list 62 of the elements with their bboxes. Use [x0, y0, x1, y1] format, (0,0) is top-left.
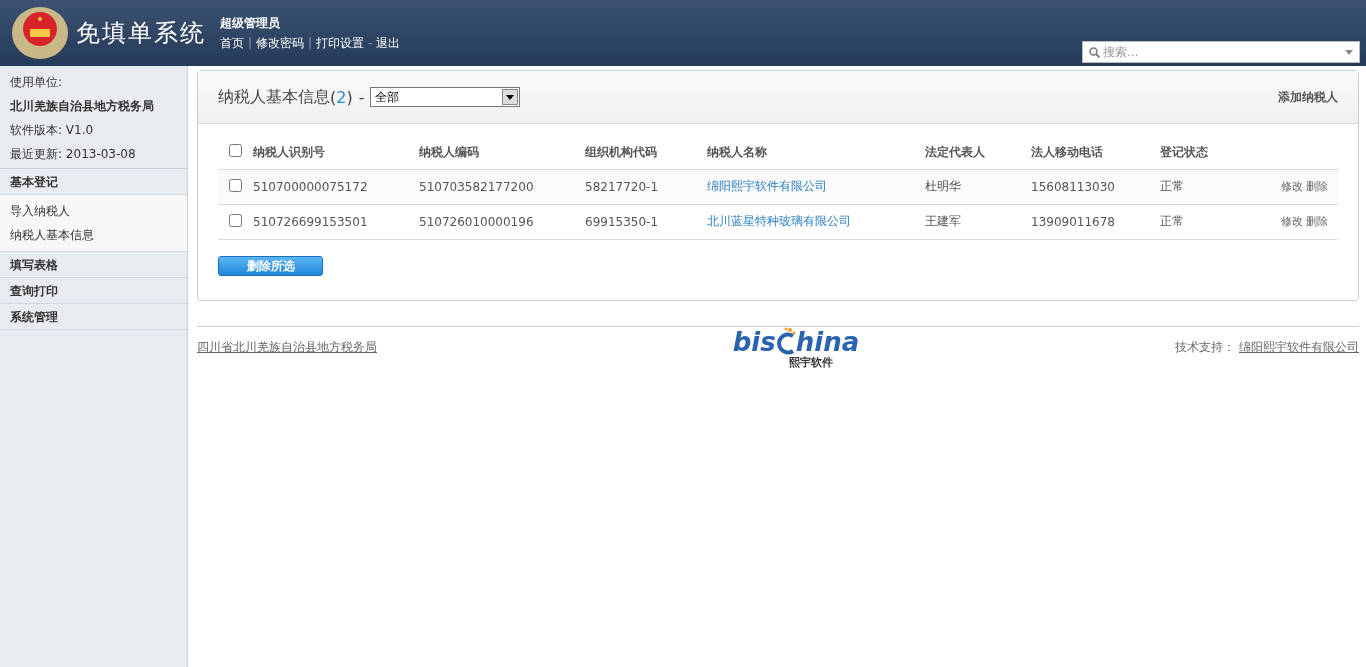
row-action-link[interactable]: 修改 [1281, 215, 1303, 228]
support-link[interactable]: 绵阳熙宇软件有限公司 [1239, 338, 1359, 356]
table-cell: 15608113030 [1031, 179, 1115, 194]
count: 2 [336, 87, 347, 107]
caret-icon [506, 94, 515, 100]
row-action-link[interactable]: 删除 [1306, 215, 1328, 228]
table-cell: 正常 [1160, 179, 1184, 193]
dash: - [358, 87, 365, 107]
nav-link[interactable]: 打印设置 [316, 34, 365, 52]
table-cell: 正常 [1160, 214, 1184, 228]
nav-link[interactable]: 修改密码 [256, 34, 305, 52]
caret-icon [1345, 49, 1353, 55]
filter-dropdown[interactable]: 全部 [370, 87, 521, 107]
support-label: 技术支持： [1175, 338, 1235, 356]
company-link[interactable]: 北川蓝星特种玻璃有限公司 [707, 214, 851, 228]
column-header: 纳税人编码 [419, 144, 479, 159]
nav-link[interactable]: 首页 [220, 34, 244, 52]
row-checkbox[interactable] [229, 178, 242, 192]
menu-item[interactable]: 导入纳税人 [0, 199, 187, 223]
unit-info: 最近更新: 2013-03-08 [10, 146, 137, 163]
table-cell: 69915350-1 [585, 214, 659, 229]
search-field[interactable]: 搜索... [1082, 41, 1360, 63]
unit-info: 软件版本: V1.0 [10, 122, 95, 139]
panel-title: 纳税人基本信息 [218, 86, 330, 108]
column-header: 纳税人名称 [707, 144, 767, 159]
row-action-link[interactable]: 修改 [1281, 180, 1303, 193]
logo-text: bis [732, 328, 776, 355]
company-link[interactable]: 绵阳熙宇软件有限公司 [707, 179, 827, 193]
row-checkbox[interactable] [229, 213, 242, 227]
unit-name: 北川羌族自治县地方税务局 [10, 98, 155, 115]
menu-item[interactable]: 纳税人基本信息 [0, 223, 187, 247]
logo-c-icon [775, 326, 796, 355]
logo-text: hina [795, 328, 860, 355]
row-action-link[interactable]: 删除 [1306, 180, 1328, 193]
column-header: 法定代表人 [925, 144, 985, 159]
user-name: 超级管理员 [220, 14, 281, 32]
table-cell: 王建军 [925, 214, 961, 228]
paren-open: ( [330, 87, 337, 107]
table-cell: 杜明华 [925, 179, 961, 193]
nav-separator: - [368, 36, 373, 50]
logo-subtitle: 熙宇软件 [789, 354, 833, 370]
nav-separator: | [248, 36, 253, 50]
table-cell: 58217720-1 [585, 179, 659, 194]
unit-info: 使用单位: [10, 74, 64, 91]
column-header: 登记状态 [1160, 144, 1208, 159]
column-header: 组织机构代码 [585, 144, 657, 159]
table-cell: 510700000075172 [253, 179, 368, 194]
add-taxpayer-link[interactable]: 添加纳税人 [1278, 88, 1338, 106]
table-cell: 510726010000196 [419, 214, 534, 229]
column-header: 纳税人识别号 [253, 144, 325, 159]
table-cell: 510703582177200 [419, 179, 534, 194]
nav-separator: | [308, 36, 313, 50]
search-icon [1089, 46, 1100, 58]
table-cell: 13909011678 [1031, 214, 1115, 229]
app-title: 免填单系统 [76, 18, 206, 49]
emblem-icon [10, 5, 70, 61]
column-header: 法人移动电话 [1031, 144, 1103, 159]
bureau-link[interactable]: 四川省北川羌族自治县地方税务局 [197, 338, 377, 356]
table-cell: 510726699153501 [253, 214, 368, 229]
paren-close: ) [346, 87, 353, 107]
nav-link[interactable]: 退出 [376, 34, 401, 52]
select-all-checkbox[interactable] [229, 144, 242, 158]
